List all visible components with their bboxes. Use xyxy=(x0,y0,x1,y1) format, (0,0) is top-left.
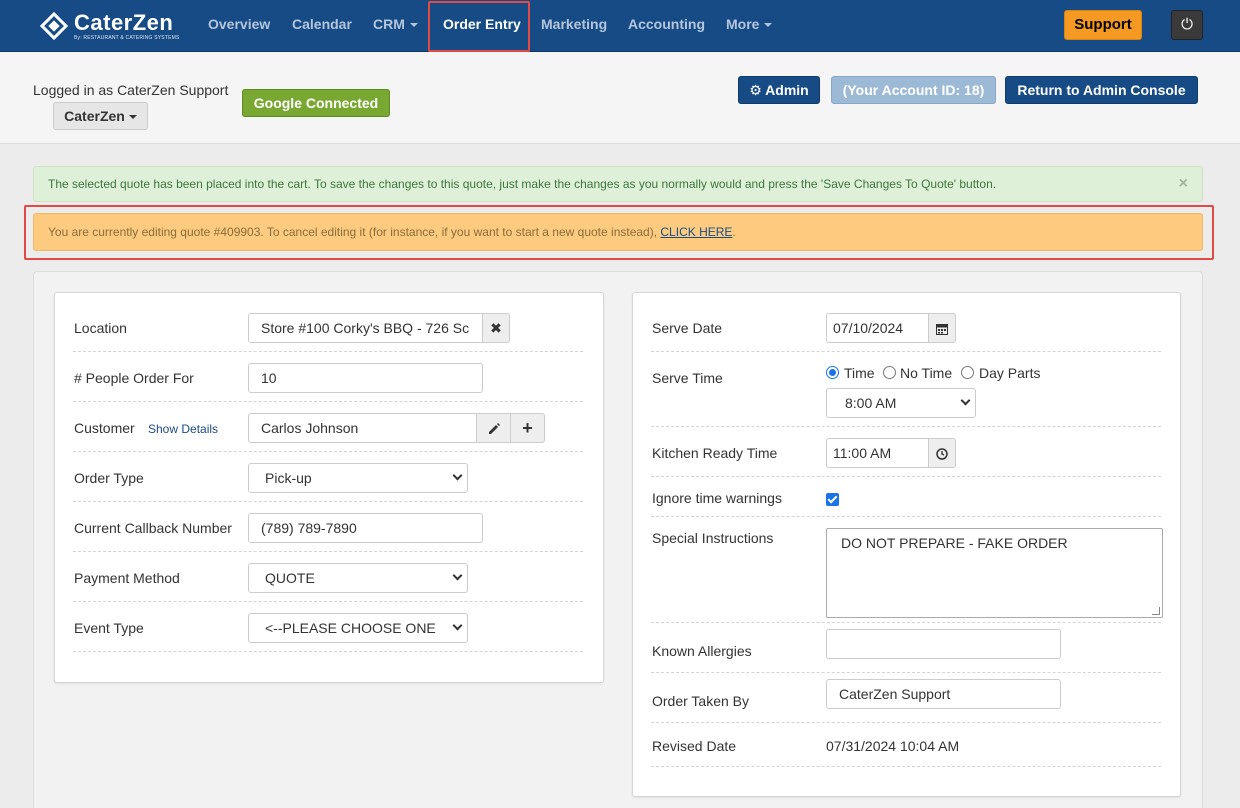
ignore-warnings-checkbox[interactable] xyxy=(826,493,839,506)
kitchen-ready-row: Kitchen Ready Time 11:00 AM xyxy=(651,427,1161,477)
chevron-down-icon xyxy=(128,115,137,120)
customer-row: Customer Show Details Carlos Johnson + xyxy=(73,402,583,452)
warning-text: You are currently editing quote #409903.… xyxy=(48,225,661,239)
payment-method-select[interactable]: QUOTE xyxy=(248,563,468,593)
payment-row: Payment Method QUOTE xyxy=(73,552,583,602)
people-label: # People Order For xyxy=(74,370,194,386)
event-type-label: Event Type xyxy=(74,620,144,636)
event-type-row: Event Type <--PLEASE CHOOSE ONE xyxy=(73,602,583,652)
show-details-link[interactable]: Show Details xyxy=(148,422,218,436)
serve-date-row: Serve Date 07/10/2024 xyxy=(651,293,1161,352)
google-connected-button[interactable]: Google Connected xyxy=(242,89,390,117)
plus-icon: + xyxy=(522,418,533,438)
order-type-label: Order Type xyxy=(74,470,144,486)
logo-subtext: By: RESTAURANT & CATERING SYSTEMS xyxy=(74,34,180,41)
kitchen-ready-label: Kitchen Ready Time xyxy=(652,445,778,461)
special-instructions-label: Special Instructions xyxy=(652,530,774,546)
revised-date-value: 07/31/2024 10:04 AM xyxy=(826,738,960,754)
clear-icon[interactable]: ✖ xyxy=(482,313,510,343)
nav-crm[interactable]: CRM xyxy=(373,0,418,50)
chevron-down-icon xyxy=(452,570,463,581)
serve-time-label: Serve Time xyxy=(652,370,723,386)
success-alert-text: The selected quote has been placed into … xyxy=(48,177,997,191)
allergies-row: Known Allergies xyxy=(651,623,1161,673)
chevron-down-icon xyxy=(409,23,418,28)
revised-date-label: Revised Date xyxy=(652,738,737,754)
people-input[interactable]: 10 xyxy=(248,363,483,393)
order-details-panel: Location Store #100 Corky's BBQ - 726 Sc… xyxy=(54,292,604,683)
time-radio-label: Time xyxy=(844,365,875,381)
editing-quote-alert: You are currently editing quote #409903.… xyxy=(33,213,1203,251)
support-button[interactable]: Support xyxy=(1064,10,1142,40)
cancel-editing-link[interactable]: CLICK HERE xyxy=(660,225,732,239)
location-label: Location xyxy=(74,320,127,336)
no-time-radio[interactable] xyxy=(883,366,896,379)
order-entry-area: Location Store #100 Corky's BBQ - 726 Sc… xyxy=(33,271,1203,808)
power-icon[interactable]: ⏻ xyxy=(1171,10,1203,40)
nav-overview[interactable]: Overview xyxy=(208,0,270,50)
serve-time-select[interactable]: 8:00 AM xyxy=(826,388,976,418)
calendar-icon[interactable] xyxy=(928,313,956,343)
edit-customer-button[interactable] xyxy=(476,413,511,443)
serve-time-row: Serve Time Time No Time Day Parts 8:00 A… xyxy=(651,352,1161,427)
allergies-label: Known Allergies xyxy=(652,643,752,659)
account-subheader: Logged in as CaterZen Support CaterZen G… xyxy=(0,52,1240,144)
taken-by-row: Order Taken By CaterZen Support xyxy=(651,673,1161,723)
no-time-radio-label: No Time xyxy=(900,365,953,381)
caterzen-logo[interactable]: CaterZen By: RESTAURANT & CATERING SYSTE… xyxy=(38,9,180,43)
chevron-down-icon xyxy=(764,23,773,28)
day-parts-radio-label: Day Parts xyxy=(979,365,1041,381)
clock-icon[interactable] xyxy=(928,438,956,468)
top-navbar: CaterZen By: RESTAURANT & CATERING SYSTE… xyxy=(0,0,1240,52)
people-row: # People Order For 10 xyxy=(73,352,583,402)
taken-by-input[interactable]: CaterZen Support xyxy=(826,679,1061,709)
callback-label: Current Callback Number xyxy=(74,520,232,536)
location-input[interactable]: Store #100 Corky's BBQ - 726 Sc xyxy=(248,313,484,343)
add-customer-button[interactable]: + xyxy=(510,413,545,443)
pencil-icon xyxy=(488,423,500,435)
nav-more[interactable]: More xyxy=(726,0,773,50)
admin-button[interactable]: ⚙ Admin xyxy=(738,76,820,104)
account-dropdown[interactable]: CaterZen xyxy=(53,102,148,130)
nav-accounting[interactable]: Accounting xyxy=(628,0,705,50)
chevron-down-icon xyxy=(452,620,463,631)
kitchen-ready-input[interactable]: 11:00 AM xyxy=(826,438,930,468)
ignore-warnings-label: Ignore time warnings xyxy=(652,490,782,506)
serve-date-label: Serve Date xyxy=(652,320,723,336)
taken-by-label: Order Taken By xyxy=(652,693,750,709)
callback-row: Current Callback Number (789) 789-7890 xyxy=(73,502,583,552)
serve-details-panel: Serve Date 07/10/2024 Serve Time Time No… xyxy=(632,292,1181,797)
revised-date-row: Revised Date 07/31/2024 10:04 AM xyxy=(651,723,1161,767)
time-radio[interactable] xyxy=(826,366,839,379)
customer-input[interactable]: Carlos Johnson xyxy=(248,413,478,443)
ignore-warnings-row: Ignore time warnings xyxy=(651,477,1161,517)
chevron-down-icon xyxy=(452,470,463,481)
day-parts-radio[interactable] xyxy=(961,366,974,379)
serve-date-input[interactable]: 07/10/2024 xyxy=(826,313,930,343)
order-entry-highlight xyxy=(428,1,530,52)
resize-handle-icon[interactable] xyxy=(1152,607,1160,615)
callback-input[interactable]: (789) 789-7890 xyxy=(248,513,483,543)
order-type-select[interactable]: Pick-up xyxy=(248,463,468,493)
success-alert: The selected quote has been placed into … xyxy=(33,166,1203,202)
customer-label: Customer xyxy=(74,420,135,436)
event-type-select[interactable]: <--PLEASE CHOOSE ONE xyxy=(248,613,468,643)
payment-label: Payment Method xyxy=(74,570,180,586)
special-instructions-row: Special Instructions DO NOT PREPARE - FA… xyxy=(651,517,1163,623)
allergies-input[interactable] xyxy=(826,629,1061,659)
special-instructions-textarea[interactable]: DO NOT PREPARE - FAKE ORDER xyxy=(826,528,1163,618)
return-to-admin-button[interactable]: Return to Admin Console xyxy=(1005,76,1198,104)
account-id-button[interactable]: (Your Account ID: 18) xyxy=(831,76,996,104)
logo-text: CaterZen xyxy=(74,9,174,35)
logged-in-text: Logged in as CaterZen Support xyxy=(33,82,229,98)
chevron-down-icon xyxy=(960,395,971,406)
gear-icon: ⚙ xyxy=(749,82,766,98)
location-row: Location Store #100 Corky's BBQ - 726 Sc… xyxy=(73,293,583,352)
nav-marketing[interactable]: Marketing xyxy=(541,0,607,50)
nav-calendar[interactable]: Calendar xyxy=(292,0,352,50)
close-icon[interactable]: × xyxy=(1179,167,1188,201)
order-type-row: Order Type Pick-up xyxy=(73,452,583,502)
logo-diamond-icon xyxy=(38,10,70,42)
